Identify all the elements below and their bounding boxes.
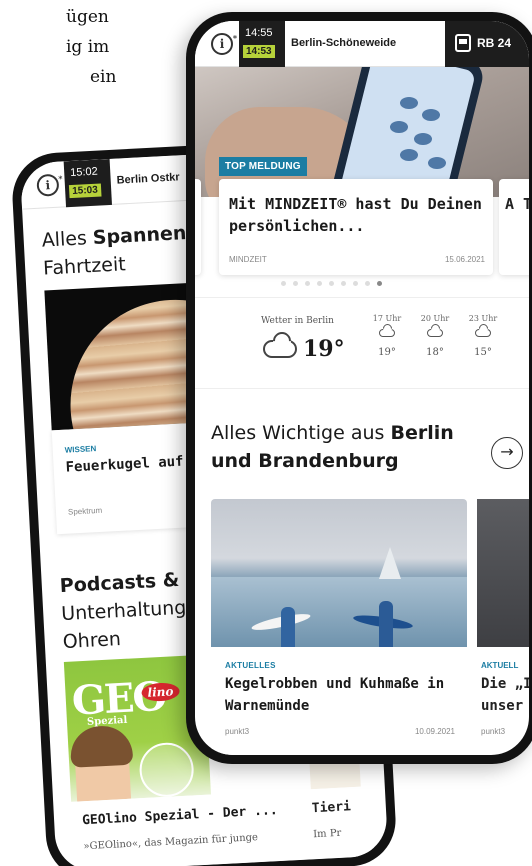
forecast-temp: 15° (474, 347, 492, 358)
next-news-image[interactable] (477, 499, 529, 647)
train-badge[interactable]: RB 24 (445, 21, 529, 67)
podcasts-subheading-2: Ohren (62, 628, 122, 654)
next-news-title-line2: unser (481, 698, 524, 714)
next-news-kicker: AKTUELL (481, 661, 519, 670)
time-block: 14:55 14:53 (239, 21, 285, 67)
person-illustration (281, 607, 295, 647)
cover-globe-illustration (138, 741, 195, 799)
top-story-image[interactable] (195, 67, 529, 197)
top-story-card[interactable]: Mit MINDZEIT® hast Du Deinen persönliche… (219, 179, 493, 275)
train-line: RB 24 (477, 36, 512, 50)
section-heading-prefix: Alles (41, 226, 94, 252)
podcast-description: »GEOlino«, das Magazin für junge (83, 832, 259, 853)
time-block: 15:02 15:03 (63, 158, 112, 208)
info-icon[interactable]: i * (36, 173, 63, 197)
weather-widget[interactable]: Wetter in Berlin 19° 17 Uhr 19° 20 Uhr 1… (195, 297, 529, 389)
cloud-icon (427, 329, 443, 337)
status-bar: i * 14:55 14:53 Berlin-Schöneweide RB 24 (195, 21, 529, 67)
news-card[interactable]: AKTUELLES Kegelrobben und Kuhmaße in War… (211, 647, 467, 755)
forecast-hour: 17 Uhr 19° (367, 314, 407, 358)
train-icon (455, 34, 471, 52)
section-heading-berlin: Alles Wichtige aus Berlin und Brandenbur… (211, 419, 481, 475)
podcast-peek-title: Tieri (311, 799, 352, 817)
top-story-title: Mit MINDZEIT® hast Du Deinen persönliche… (229, 195, 482, 235)
news-kicker: AKTUELLES (225, 661, 276, 670)
cloud-icon (379, 329, 395, 337)
section-more-arrow-button[interactable]: → (491, 437, 523, 469)
front-phone: i* 14:55 14:53 Berlin-Schöneweide RB 24 (186, 12, 532, 764)
forecast-temp: 19° (378, 347, 396, 358)
scheduled-time: 15:02 (69, 165, 99, 180)
section-heading-prefix: Alles Wichtige aus (211, 422, 391, 444)
next-news-source: punkt3 (481, 727, 506, 736)
cloud-icon (263, 340, 297, 358)
forecast-time: 17 Uhr (372, 314, 402, 323)
background-line-1: ügen (66, 7, 109, 27)
actual-time: 14:53 (243, 45, 275, 58)
station-name: Berlin Ostkr (116, 171, 180, 187)
next-news-title-line1: Die „I (481, 676, 529, 692)
station-name: Berlin-Schöneweide (291, 37, 397, 49)
next-story-card[interactable]: A T (499, 179, 529, 275)
next-news-card[interactable]: AKTUELL Die „I unser punkt3 (477, 647, 529, 755)
news-source: punkt3 (225, 727, 250, 736)
forecast-hour: 23 Uhr 15° (463, 314, 503, 358)
sailing-ship-illustration (379, 547, 401, 579)
scheduled-time: 14:55 (245, 27, 273, 39)
publisher-logo: N (63, 654, 76, 665)
front-phone-screen: i* 14:55 14:53 Berlin-Schöneweide RB 24 (195, 21, 529, 755)
podcast-peek-description: Im Pr (312, 827, 342, 841)
previous-story-card[interactable] (195, 179, 201, 275)
podcast-title: GEOlino Spezial - Der ... (81, 803, 278, 829)
article-source: Spektrum (67, 505, 103, 517)
cloud-icon (475, 329, 491, 337)
info-icon[interactable]: i * (211, 33, 237, 55)
background-line-3: ein (90, 67, 117, 87)
forecast-temp: 18° (426, 347, 444, 358)
top-story-badge: TOP MELDUNG (219, 157, 307, 176)
top-story-source: MINDZEIT (229, 255, 267, 264)
article-kicker: WISSEN (64, 444, 97, 455)
next-news-title: Die „I unser (481, 673, 529, 717)
person-illustration (379, 601, 393, 647)
background-line-2: ig im (66, 37, 110, 57)
forecast-time: 20 Uhr (420, 314, 450, 323)
news-image-kegelrobben[interactable] (211, 499, 467, 647)
news-title: Kegelrobben und Kuhmaße in Warnemünde (225, 676, 445, 714)
cover-subtitle: lino (141, 682, 180, 703)
current-temperature: 19° (303, 336, 345, 362)
sea-illustration (211, 577, 467, 647)
cover-child-illustration (73, 730, 132, 802)
forecast-time: 23 Uhr (468, 314, 498, 323)
top-story-date: 15.06.2021 (444, 255, 485, 264)
news-date: 10.09.2021 (414, 727, 455, 736)
carousel-pager (281, 279, 401, 287)
forecast-hour: 20 Uhr 18° (415, 314, 455, 358)
next-story-title: A T (505, 195, 529, 213)
section-heading-line2: Fahrtzeit (42, 253, 127, 280)
app-bubbles (370, 87, 450, 177)
actual-time: 15:03 (68, 183, 102, 199)
weather-location: Wetter in Berlin (261, 316, 334, 326)
